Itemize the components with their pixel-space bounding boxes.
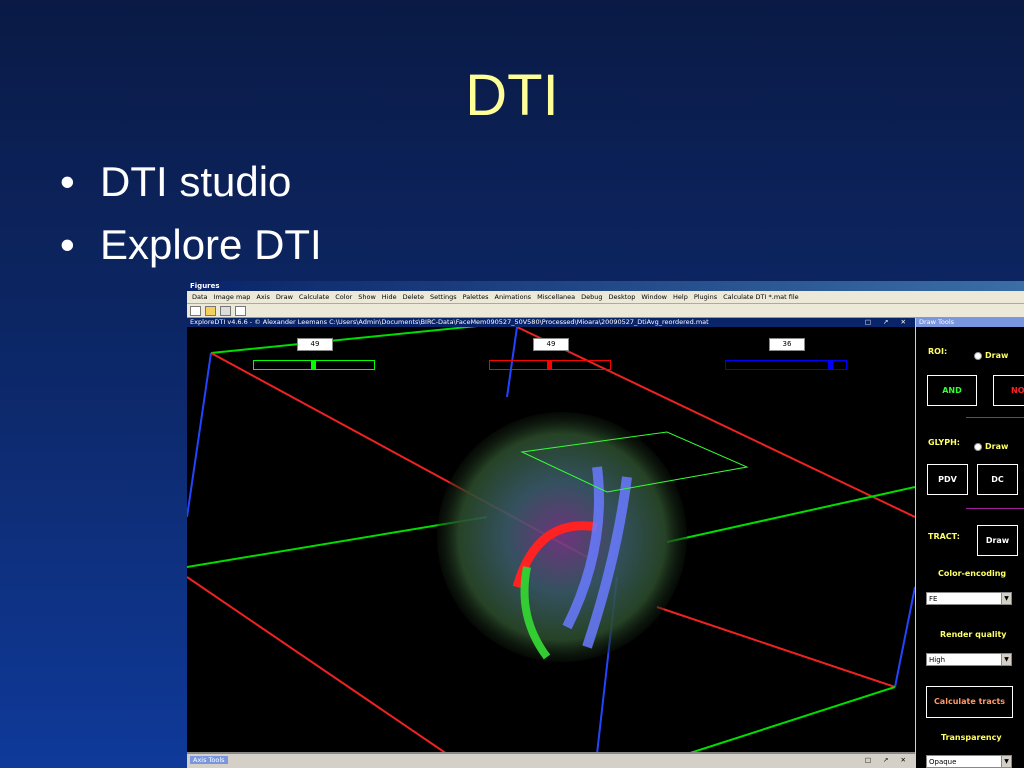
open-folder-icon[interactable]: [205, 305, 216, 316]
axis-tools-label[interactable]: Axis Tools: [190, 756, 228, 764]
menu-item[interactable]: Draw: [273, 293, 296, 301]
viewer-title: ExploreDTI v4.6.6 - © Alexander Leemans …: [190, 318, 709, 326]
render-quality-label: Render quality: [940, 630, 1007, 639]
chevron-down-icon[interactable]: ▼: [1001, 756, 1011, 767]
bbox-edge: [210, 327, 478, 354]
menu-bar: Data Image map Axis Draw Calculate Color Show H…: [187, 291, 1024, 304]
menu-item[interactable]: Help: [670, 293, 691, 301]
slice-y-slider[interactable]: [489, 360, 611, 370]
render-quality-select[interactable]: High ▼: [926, 653, 1012, 666]
window-icon[interactable]: [235, 305, 246, 316]
viewer-controls[interactable]: □ ↗ ✕: [865, 318, 911, 327]
pdv-button[interactable]: PDV: [927, 464, 968, 495]
tract-draw-button[interactable]: Draw: [977, 525, 1018, 556]
bbox-edge: [894, 586, 915, 688]
slider-thumb[interactable]: [547, 361, 552, 369]
bullet-dot: •: [60, 158, 75, 205]
calculate-tracts-button[interactable]: Calculate tracts: [926, 686, 1013, 718]
bbox-edge: [656, 606, 896, 688]
not-button[interactable]: NOT: [993, 375, 1024, 406]
separator: [966, 417, 1024, 418]
and-button[interactable]: AND: [927, 375, 977, 406]
grid-icon[interactable]: [220, 305, 231, 316]
slice-z-slider[interactable]: [725, 360, 847, 370]
menu-item[interactable]: Palettes: [460, 293, 492, 301]
menu-item[interactable]: Debug: [578, 293, 605, 301]
slice-x-value[interactable]: 49: [297, 338, 333, 351]
bullet-text: DTI studio: [100, 158, 292, 205]
menu-item[interactable]: Desktop: [606, 293, 639, 301]
roi-label: ROI:: [928, 347, 948, 356]
bbox-edge: [187, 576, 448, 754]
menu-item[interactable]: Miscellanea: [534, 293, 578, 301]
bullet-dot: •: [60, 221, 75, 268]
slice-x-slider[interactable]: [253, 360, 375, 370]
menu-item[interactable]: Calculate: [296, 293, 332, 301]
viewer-titlebar: ExploreDTI v4.6.6 - © Alexander Leemans …: [187, 318, 915, 327]
window-titlebar[interactable]: Figures: [187, 281, 1024, 291]
menu-item[interactable]: Window: [638, 293, 670, 301]
window-title: Figures: [190, 282, 220, 290]
bullet-list: • DTI studio • Explore DTI: [60, 150, 322, 276]
axis-tools-bar: Axis Tools □ ↗ ✕: [187, 752, 915, 768]
bbox-edge: [187, 352, 212, 518]
bullet-text: Explore DTI: [100, 221, 322, 268]
menu-item[interactable]: Delete: [400, 293, 427, 301]
chevron-down-icon[interactable]: ▼: [1001, 654, 1011, 665]
glyph-label: GLYPH:: [928, 438, 960, 447]
radio-icon: [974, 351, 982, 360]
slide-title: DTI: [465, 63, 559, 128]
menu-item[interactable]: Show: [355, 293, 379, 301]
menu-item[interactable]: Color: [332, 293, 355, 301]
menu-item[interactable]: Image map: [211, 293, 254, 301]
bbox-edge: [666, 486, 915, 543]
radio-icon: [974, 442, 982, 451]
separator: [966, 508, 1024, 509]
dc-button[interactable]: DC: [977, 464, 1018, 495]
bullet-item: • Explore DTI: [60, 213, 322, 276]
roi-draw-radio[interactable]: Draw: [974, 351, 1008, 360]
viewer-panel: ExploreDTI v4.6.6 - © Alexander Leemans …: [187, 318, 915, 768]
toolbar: [187, 304, 1024, 318]
axis-tools-controls[interactable]: □ ↗ ✕: [865, 756, 911, 764]
slider-thumb[interactable]: [828, 361, 833, 369]
color-encoding-label: Color-encoding: [938, 569, 1007, 578]
menu-item[interactable]: Data: [189, 293, 211, 301]
slice-y-value[interactable]: 49: [533, 338, 569, 351]
transparency-select[interactable]: Opaque ▼: [926, 755, 1012, 768]
chevron-down-icon[interactable]: ▼: [1001, 593, 1011, 604]
glyph-draw-radio[interactable]: Draw: [974, 442, 1008, 451]
bbox-edge: [686, 686, 896, 754]
bullet-item: • DTI studio: [60, 150, 322, 213]
menu-item[interactable]: Settings: [427, 293, 460, 301]
new-file-icon[interactable]: [190, 305, 201, 316]
brain-volume: [437, 412, 687, 662]
figures-window: Figures Data Image map Axis Draw Calculate Co…: [187, 281, 1024, 768]
draw-tools-header: Draw Tools: [916, 318, 1024, 327]
draw-tools-panel: Draw Tools ROI: Draw AND NOT GLYPH: Draw…: [916, 318, 1024, 768]
color-encoding-select[interactable]: FE ▼: [926, 592, 1012, 605]
menu-item[interactable]: Axis: [253, 293, 273, 301]
volume-render[interactable]: [187, 327, 915, 754]
menu-item[interactable]: Hide: [379, 293, 400, 301]
slider-thumb[interactable]: [311, 361, 316, 369]
menu-item[interactable]: Animations: [492, 293, 535, 301]
slice-z-value[interactable]: 36: [769, 338, 805, 351]
menu-item[interactable]: Calculate DTI *.mat file: [720, 293, 802, 301]
menu-item[interactable]: Plugins: [691, 293, 720, 301]
transparency-label: Transparency: [941, 733, 1002, 742]
tract-label: TRACT:: [928, 532, 960, 541]
